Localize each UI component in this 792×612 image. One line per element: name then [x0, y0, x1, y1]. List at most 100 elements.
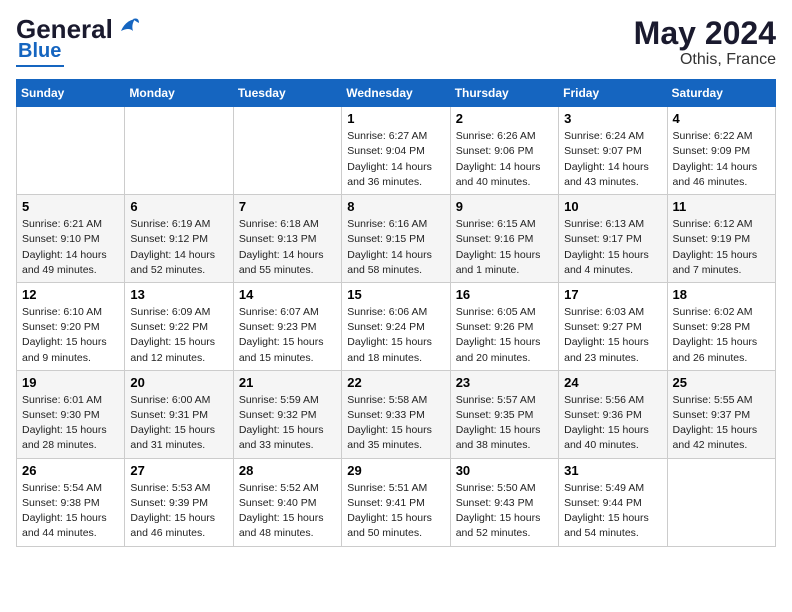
day-info: Sunrise: 6:13 AM Sunset: 9:17 PM Dayligh…	[564, 217, 661, 278]
calendar-week-row: 5 Sunrise: 6:21 AM Sunset: 9:10 PM Daylig…	[17, 195, 776, 283]
logo: General Blue	[16, 16, 139, 67]
calendar-cell: 7Sunrise: 6:18 AM Sunset: 9:13 PM Daylig…	[233, 195, 341, 283]
day-number: 29	[347, 463, 444, 478]
calendar-week-row: 12 Sunrise: 6:10 AM Sunset: 9:20 PM Dayli…	[17, 282, 776, 370]
day-info: Sunrise: 6:16 AM Sunset: 9:15 PM Dayligh…	[347, 217, 444, 278]
calendar-cell: 2 Sunrise: 6:26 AM Sunset: 9:06 PM Daylig…	[450, 107, 558, 195]
day-info: Sunrise: 6:03 AM Sunset: 9:27 PM Dayligh…	[564, 305, 661, 366]
calendar-cell: 14 Sunrise: 6:07 AM Sunset: 9:23 PM Dayli…	[233, 282, 341, 370]
day-number: 5	[22, 199, 119, 214]
day-info: Sunrise: 6:10 AM Sunset: 9:20 PM Dayligh…	[22, 305, 119, 366]
calendar-week-row: 1 Sunrise: 6:27 AM Sunset: 9:04 PM Daylig…	[17, 107, 776, 195]
day-number: 20	[130, 375, 227, 390]
calendar-cell: 3 Sunrise: 6:24 AM Sunset: 9:07 PM Daylig…	[559, 107, 667, 195]
calendar-cell: 8 Sunrise: 6:16 AM Sunset: 9:15 PM Daylig…	[342, 195, 450, 283]
day-info: Sunrise: 6:26 AM Sunset: 9:06 PM Dayligh…	[456, 129, 553, 190]
day-number: 1	[347, 111, 444, 126]
day-number: 21	[239, 375, 336, 390]
calendar-cell: 11Sunrise: 6:12 AM Sunset: 9:19 PM Dayli…	[667, 195, 775, 283]
header-tuesday: Tuesday	[233, 80, 341, 107]
day-number: 30	[456, 463, 553, 478]
logo-bird-icon	[117, 17, 139, 37]
day-info: Sunrise: 5:54 AM Sunset: 9:38 PM Dayligh…	[22, 481, 119, 542]
day-number: 24	[564, 375, 661, 390]
header-monday: Monday	[125, 80, 233, 107]
day-number: 19	[22, 375, 119, 390]
calendar-cell: 6Sunrise: 6:19 AM Sunset: 9:12 PM Daylig…	[125, 195, 233, 283]
calendar-header: Sunday Monday Tuesday Wednesday Thursday…	[17, 80, 776, 107]
calendar-cell: 5 Sunrise: 6:21 AM Sunset: 9:10 PM Daylig…	[17, 195, 125, 283]
day-number: 22	[347, 375, 444, 390]
day-info: Sunrise: 5:49 AM Sunset: 9:44 PM Dayligh…	[564, 481, 661, 542]
day-number: 8	[347, 199, 444, 214]
calendar-cell: 9 Sunrise: 6:15 AM Sunset: 9:16 PM Daylig…	[450, 195, 558, 283]
calendar-week-row: 19 Sunrise: 6:01 AM Sunset: 9:30 PM Dayli…	[17, 370, 776, 458]
calendar-cell	[17, 107, 125, 195]
calendar-table: Sunday Monday Tuesday Wednesday Thursday…	[16, 79, 776, 546]
day-info: Sunrise: 6:24 AM Sunset: 9:07 PM Dayligh…	[564, 129, 661, 190]
header-saturday: Saturday	[667, 80, 775, 107]
calendar-cell: 1 Sunrise: 6:27 AM Sunset: 9:04 PM Daylig…	[342, 107, 450, 195]
day-info: Sunrise: 6:02 AM Sunset: 9:28 PM Dayligh…	[673, 305, 770, 366]
calendar-body: 1 Sunrise: 6:27 AM Sunset: 9:04 PM Daylig…	[17, 107, 776, 546]
day-info: Sunrise: 5:58 AM Sunset: 9:33 PM Dayligh…	[347, 393, 444, 454]
day-number: 23	[456, 375, 553, 390]
calendar-cell: 27 Sunrise: 5:53 AM Sunset: 9:39 PM Dayli…	[125, 458, 233, 546]
day-info: Sunrise: 6:27 AM Sunset: 9:04 PM Dayligh…	[347, 129, 444, 190]
logo-general-text: General	[16, 16, 113, 42]
day-info: Sunrise: 6:09 AM Sunset: 9:22 PM Dayligh…	[130, 305, 227, 366]
day-number: 26	[22, 463, 119, 478]
day-info: Sunrise: 6:00 AM Sunset: 9:31 PM Dayligh…	[130, 393, 227, 454]
day-number: 7	[239, 199, 336, 214]
calendar-cell: 4Sunrise: 6:22 AM Sunset: 9:09 PM Daylig…	[667, 107, 775, 195]
page-header: General Blue May 2024 Othis, France	[16, 16, 776, 69]
day-number: 10	[564, 199, 661, 214]
calendar-cell	[233, 107, 341, 195]
calendar-cell: 21 Sunrise: 5:59 AM Sunset: 9:32 PM Dayli…	[233, 370, 341, 458]
calendar-cell: 10 Sunrise: 6:13 AM Sunset: 9:17 PM Dayli…	[559, 195, 667, 283]
calendar-cell: 16 Sunrise: 6:05 AM Sunset: 9:26 PM Dayli…	[450, 282, 558, 370]
day-number: 25	[673, 375, 770, 390]
day-number: 16	[456, 287, 553, 302]
logo-blue-text: Blue	[16, 40, 61, 63]
calendar-cell: 29 Sunrise: 5:51 AM Sunset: 9:41 PM Dayli…	[342, 458, 450, 546]
day-number: 18	[673, 287, 770, 302]
day-number: 15	[347, 287, 444, 302]
header-thursday: Thursday	[450, 80, 558, 107]
day-number: 14	[239, 287, 336, 302]
calendar-cell: 26 Sunrise: 5:54 AM Sunset: 9:38 PM Dayli…	[17, 458, 125, 546]
calendar-cell: 28Sunrise: 5:52 AM Sunset: 9:40 PM Dayli…	[233, 458, 341, 546]
day-number: 2	[456, 111, 553, 126]
day-info: Sunrise: 5:51 AM Sunset: 9:41 PM Dayligh…	[347, 481, 444, 542]
header-wednesday: Wednesday	[342, 80, 450, 107]
day-info: Sunrise: 5:53 AM Sunset: 9:39 PM Dayligh…	[130, 481, 227, 542]
calendar-title: May 2024 Othis, France	[634, 16, 776, 69]
day-info: Sunrise: 5:59 AM Sunset: 9:32 PM Dayligh…	[239, 393, 336, 454]
day-number: 9	[456, 199, 553, 214]
calendar-cell: 24 Sunrise: 5:56 AM Sunset: 9:36 PM Dayli…	[559, 370, 667, 458]
day-info: Sunrise: 5:57 AM Sunset: 9:35 PM Dayligh…	[456, 393, 553, 454]
month-year-label: May 2024	[634, 16, 776, 51]
day-info: Sunrise: 6:05 AM Sunset: 9:26 PM Dayligh…	[456, 305, 553, 366]
day-info: Sunrise: 6:01 AM Sunset: 9:30 PM Dayligh…	[22, 393, 119, 454]
day-number: 27	[130, 463, 227, 478]
calendar-cell: 25 Sunrise: 5:55 AM Sunset: 9:37 PM Dayli…	[667, 370, 775, 458]
calendar-cell	[667, 458, 775, 546]
header-sunday: Sunday	[17, 80, 125, 107]
header-friday: Friday	[559, 80, 667, 107]
day-number: 3	[564, 111, 661, 126]
calendar-week-row: 26 Sunrise: 5:54 AM Sunset: 9:38 PM Dayli…	[17, 458, 776, 546]
day-info: Sunrise: 6:15 AM Sunset: 9:16 PM Dayligh…	[456, 217, 553, 278]
day-info: Sunrise: 6:21 AM Sunset: 9:10 PM Dayligh…	[22, 217, 119, 278]
calendar-cell: 12 Sunrise: 6:10 AM Sunset: 9:20 PM Dayli…	[17, 282, 125, 370]
calendar-cell: 13 Sunrise: 6:09 AM Sunset: 9:22 PM Dayli…	[125, 282, 233, 370]
day-info: Sunrise: 5:56 AM Sunset: 9:36 PM Dayligh…	[564, 393, 661, 454]
day-number: 13	[130, 287, 227, 302]
calendar-cell: 30Sunrise: 5:50 AM Sunset: 9:43 PM Dayli…	[450, 458, 558, 546]
day-number: 17	[564, 287, 661, 302]
calendar-cell: 19 Sunrise: 6:01 AM Sunset: 9:30 PM Dayli…	[17, 370, 125, 458]
day-number: 12	[22, 287, 119, 302]
day-info: Sunrise: 6:07 AM Sunset: 9:23 PM Dayligh…	[239, 305, 336, 366]
day-info: Sunrise: 6:22 AM Sunset: 9:09 PM Dayligh…	[673, 129, 770, 190]
day-info: Sunrise: 5:55 AM Sunset: 9:37 PM Dayligh…	[673, 393, 770, 454]
